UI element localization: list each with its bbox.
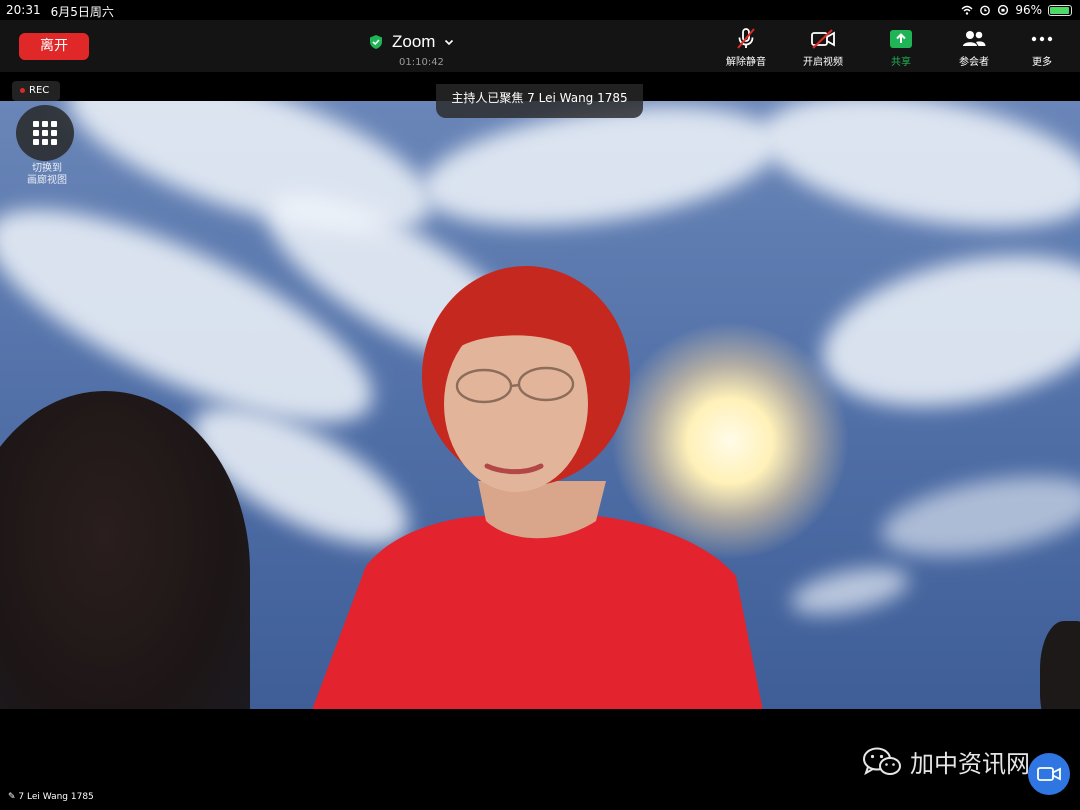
wifi-icon: [961, 5, 973, 15]
status-time: 20:31: [6, 3, 41, 17]
meeting-title: Zoom: [392, 32, 436, 51]
watermark-text: 加中资讯网: [910, 750, 1030, 778]
switch-to-gallery-button[interactable]: [16, 105, 74, 161]
tree: [1040, 621, 1080, 709]
rec-label: REC: [29, 85, 50, 96]
alarm-icon: [980, 5, 991, 16]
status-date: 6月5日周六: [50, 5, 114, 19]
spotlight-notice: 主持人已聚焦 7 Lei Wang 1785: [436, 84, 643, 118]
more-button[interactable]: 更多: [1012, 27, 1072, 68]
participant-name-tag: ✎ 7 Lei Wang 1785: [8, 792, 94, 802]
start-video-label: 开启视频: [803, 57, 843, 68]
status-bar: 20:31 6月5日周六 96%: [0, 0, 1080, 20]
battery-icon: [1048, 4, 1072, 16]
meeting-timer: 01:10:42: [399, 57, 444, 68]
pin-icon: ✎: [8, 792, 16, 802]
orientation-lock-icon: [998, 4, 1009, 16]
share-button[interactable]: 共享: [871, 27, 931, 68]
participants-button[interactable]: 参会者: [944, 27, 1004, 68]
active-speaker-video[interactable]: [0, 101, 1080, 709]
grid-icon: [33, 121, 57, 145]
chevron-down-icon: [445, 39, 454, 46]
gallery-view-label: 切换到 画廊视图: [27, 163, 67, 186]
participants-label: 参会者: [959, 57, 989, 68]
mic-muted-icon: [737, 28, 755, 49]
secure-shield-icon: [370, 35, 382, 49]
participants-icon: [963, 31, 986, 46]
unmute-label: 解除静音: [726, 57, 766, 68]
start-video-button[interactable]: 开启视频: [793, 27, 853, 68]
meeting-toolbar: 离开 Zoom 01:10:42 解除静音 开启视频 共享 参会者 更多: [0, 20, 1080, 72]
share-icon: [890, 30, 912, 48]
more-icon: [1031, 36, 1053, 42]
camera-icon: [1037, 767, 1061, 781]
record-dot-icon: [20, 87, 25, 93]
leave-button[interactable]: 离开: [19, 33, 89, 60]
wechat-icon: [863, 747, 901, 775]
participant-figure: [312, 266, 763, 709]
camera-button[interactable]: [1028, 753, 1070, 795]
meeting-title-dropdown[interactable]: Zoom: [368, 32, 455, 52]
recording-badge: REC: [12, 81, 60, 101]
watermark: 加中资讯网: [862, 744, 1030, 779]
share-label: 共享: [891, 57, 911, 68]
video-off-icon: [811, 29, 835, 49]
battery-percent: 96%: [1015, 3, 1042, 17]
more-label: 更多: [1032, 57, 1052, 68]
unmute-button[interactable]: 解除静音: [716, 27, 776, 68]
